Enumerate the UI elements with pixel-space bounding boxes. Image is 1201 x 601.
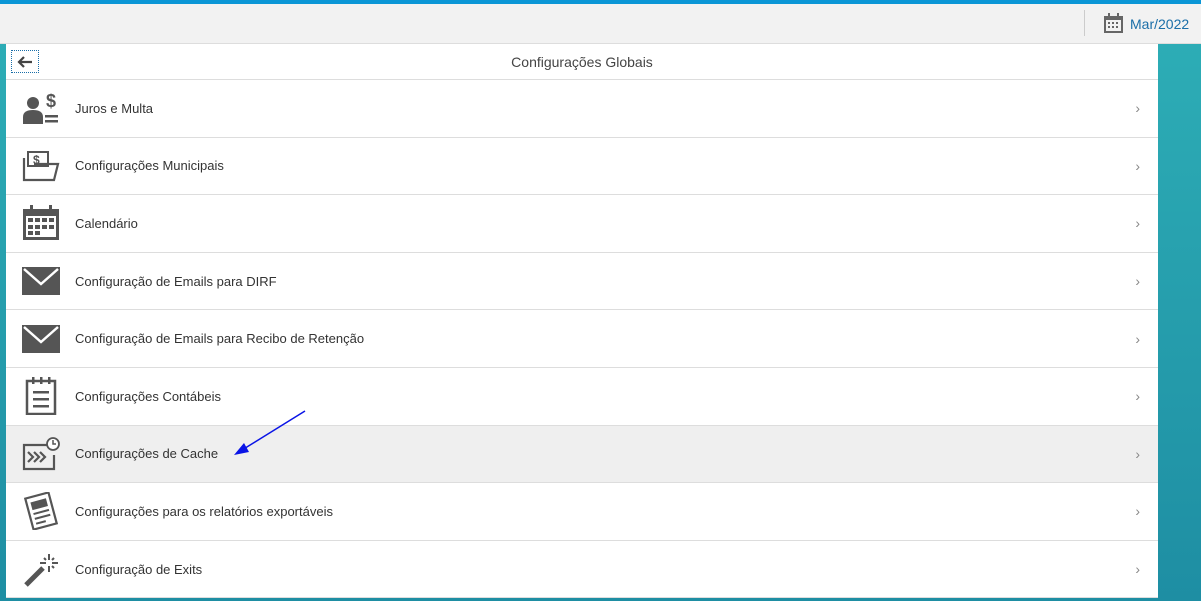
chevron-right-icon: ›	[1135, 157, 1140, 174]
global-settings-panel: Configurações Globais $ Juros e Multa › $ Co…	[6, 44, 1158, 599]
chevron-right-icon: ›	[1135, 215, 1140, 232]
chevron-right-icon: ›	[1135, 100, 1140, 117]
divider	[1084, 10, 1085, 36]
period-selector[interactable]: Mar/2022	[1130, 16, 1189, 32]
top-bar: Mar/2022	[0, 0, 1201, 44]
svg-text:$: $	[46, 91, 56, 111]
settings-item-label: Calendário	[75, 215, 138, 231]
envelope-icon	[6, 324, 75, 353]
settings-item-notepad[interactable]: Configurações Contábeis ›	[6, 368, 1158, 426]
chevron-right-icon: ›	[1135, 561, 1140, 578]
settings-item-label: Configuração de Emails para Recibo de Re…	[75, 331, 365, 347]
settings-item-label: Configurações Contábeis	[75, 388, 221, 404]
settings-item-magic-wand[interactable]: Configuração de Exits ›	[6, 541, 1158, 599]
settings-item-envelope[interactable]: Configuração de Emails para DIRF ›	[6, 253, 1158, 311]
settings-item-calendar[interactable]: Calendário ›	[6, 195, 1158, 253]
settings-item-label: Configurações de Cache	[75, 446, 219, 462]
back-button[interactable]	[11, 50, 39, 73]
settings-item-report[interactable]: Configurações para os relatórios exportá…	[6, 483, 1158, 541]
settings-item-person-dollar[interactable]: $ Juros e Multa ›	[6, 80, 1158, 138]
chevron-right-icon: ›	[1135, 503, 1140, 520]
page-title: Configurações Globais	[511, 54, 653, 70]
panel-header: Configurações Globais	[6, 44, 1158, 80]
settings-item-label: Configuração de Exits	[75, 561, 203, 577]
notepad-icon	[6, 377, 75, 416]
settings-item-envelope[interactable]: Configuração de Emails para Recibo de Re…	[6, 310, 1158, 368]
settings-item-cache-clock[interactable]: Configurações de Cache ›	[6, 425, 1158, 484]
settings-item-label: Configuração de Emails para DIRF	[75, 273, 277, 289]
report-icon	[6, 492, 75, 531]
chevron-right-icon: ›	[1135, 445, 1140, 462]
chevron-right-icon: ›	[1135, 330, 1140, 347]
settings-item-label: Juros e Multa	[75, 100, 154, 116]
cache-clock-icon	[6, 436, 75, 471]
folder-money-icon: $	[6, 150, 75, 182]
chevron-right-icon: ›	[1135, 388, 1140, 405]
magic-wand-icon	[6, 550, 75, 588]
arrow-left-icon	[17, 55, 32, 68]
settings-item-label: Configurações para os relatórios exportá…	[75, 503, 333, 519]
envelope-icon	[6, 267, 75, 296]
calendar-icon[interactable]	[1103, 13, 1124, 34]
settings-item-label: Configurações Municipais	[75, 158, 224, 174]
settings-list: $ Juros e Multa › $ Configurações Municipais…	[6, 80, 1158, 599]
calendar-icon	[6, 205, 75, 241]
person-dollar-icon: $	[6, 91, 75, 125]
settings-item-folder-money[interactable]: $ Configurações Municipais ›	[6, 138, 1158, 196]
chevron-right-icon: ›	[1135, 273, 1140, 290]
